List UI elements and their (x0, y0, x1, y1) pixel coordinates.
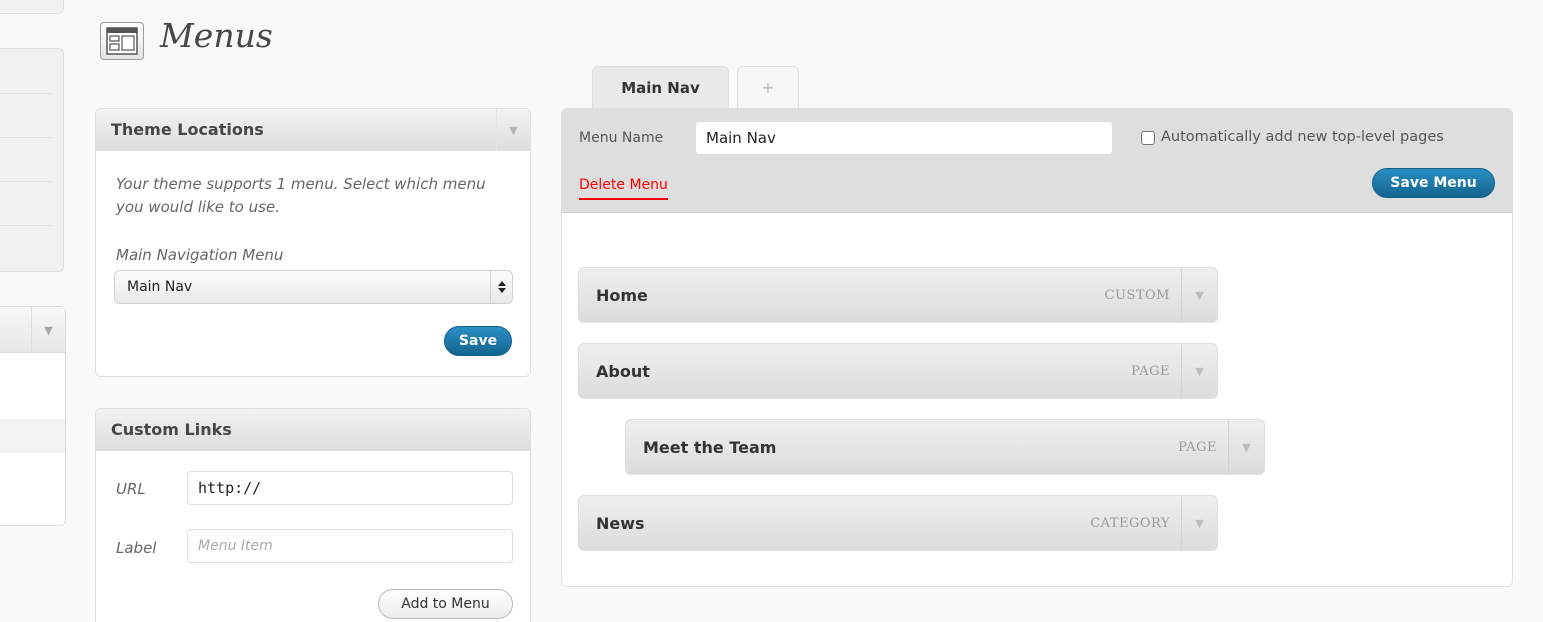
menu-item[interactable]: Home CUSTOM ▼ (578, 267, 1218, 323)
tab-main-nav[interactable]: Main Nav (592, 66, 729, 109)
page-title: Menus (160, 16, 273, 55)
menu-editor-header: Menu Name Main Nav Automatically add new… (562, 109, 1512, 213)
menu-location-select[interactable]: Main Nav (114, 270, 513, 304)
sidebar-panel: ▼ (0, 306, 66, 526)
custom-links-header[interactable]: Custom Links (96, 409, 530, 451)
menu-name-input[interactable]: Main Nav (695, 121, 1113, 155)
menu-item-title: Meet the Team (643, 438, 777, 457)
menu-item-type: PAGE (1131, 364, 1170, 379)
custom-links-heading: Custom Links (111, 420, 232, 439)
menu-item-type: CATEGORY (1090, 516, 1170, 531)
custom-links-box: Custom Links URL http:// Label Menu Item… (95, 408, 531, 622)
auto-add-checkbox[interactable] (1141, 131, 1155, 145)
sidebar-panel-row (0, 419, 65, 453)
menu-item-type: CUSTOM (1104, 288, 1170, 303)
menu-location-select-value: Main Nav (127, 279, 193, 295)
admin-sidebar-strip: ▼ (0, 0, 66, 622)
theme-locations-heading: Theme Locations (111, 120, 264, 139)
sidebar-block-top (0, 0, 64, 14)
url-label: URL (116, 480, 146, 498)
select-arrows-icon (490, 271, 512, 303)
triangle-down-icon[interactable]: ▼ (1181, 268, 1217, 322)
auto-add-label: Automatically add new top-level pages (1161, 129, 1444, 145)
triangle-down-icon[interactable]: ▼ (1181, 496, 1217, 550)
theme-locations-header[interactable]: Theme Locations ▼ (96, 109, 530, 151)
sidebar-block-nav (0, 48, 64, 272)
menu-item-type: PAGE (1178, 440, 1217, 455)
label-input[interactable]: Menu Item (187, 529, 513, 563)
menu-item-title: About (596, 362, 650, 381)
menu-item-title: Home (596, 286, 648, 305)
menu-item[interactable]: News CATEGORY ▼ (578, 495, 1218, 551)
sidebar-panel-header: ▼ (0, 307, 65, 353)
triangle-down-icon[interactable]: ▼ (1181, 344, 1217, 398)
location-label: Main Navigation Menu (116, 246, 284, 264)
url-input[interactable]: http:// (187, 471, 513, 505)
add-to-menu-button[interactable]: Add to Menu (378, 589, 513, 619)
menu-item-title: News (596, 514, 645, 533)
theme-locations-box: Theme Locations ▼ Your theme supports 1 … (95, 108, 531, 377)
triangle-down-icon[interactable]: ▼ (31, 307, 65, 353)
menus-page-icon (100, 22, 144, 60)
save-location-button[interactable]: Save (444, 326, 512, 356)
save-menu-button[interactable]: Save Menu (1372, 168, 1495, 198)
menu-item[interactable]: Meet the Team PAGE ▼ (625, 419, 1265, 475)
triangle-down-icon[interactable]: ▼ (1228, 420, 1264, 474)
menu-item[interactable]: About PAGE ▼ (578, 343, 1218, 399)
delete-menu-link[interactable]: Delete Menu (579, 177, 668, 200)
triangle-down-icon[interactable]: ▼ (496, 109, 530, 151)
menu-name-label: Menu Name (579, 130, 664, 146)
tab-add-menu[interactable]: + (737, 66, 799, 108)
menu-editor: Menu Name Main Nav Automatically add new… (561, 108, 1513, 587)
theme-locations-description: Your theme supports 1 menu. Select which… (116, 175, 486, 216)
label-label: Label (116, 539, 157, 557)
label-input-placeholder: Menu Item (198, 538, 273, 554)
